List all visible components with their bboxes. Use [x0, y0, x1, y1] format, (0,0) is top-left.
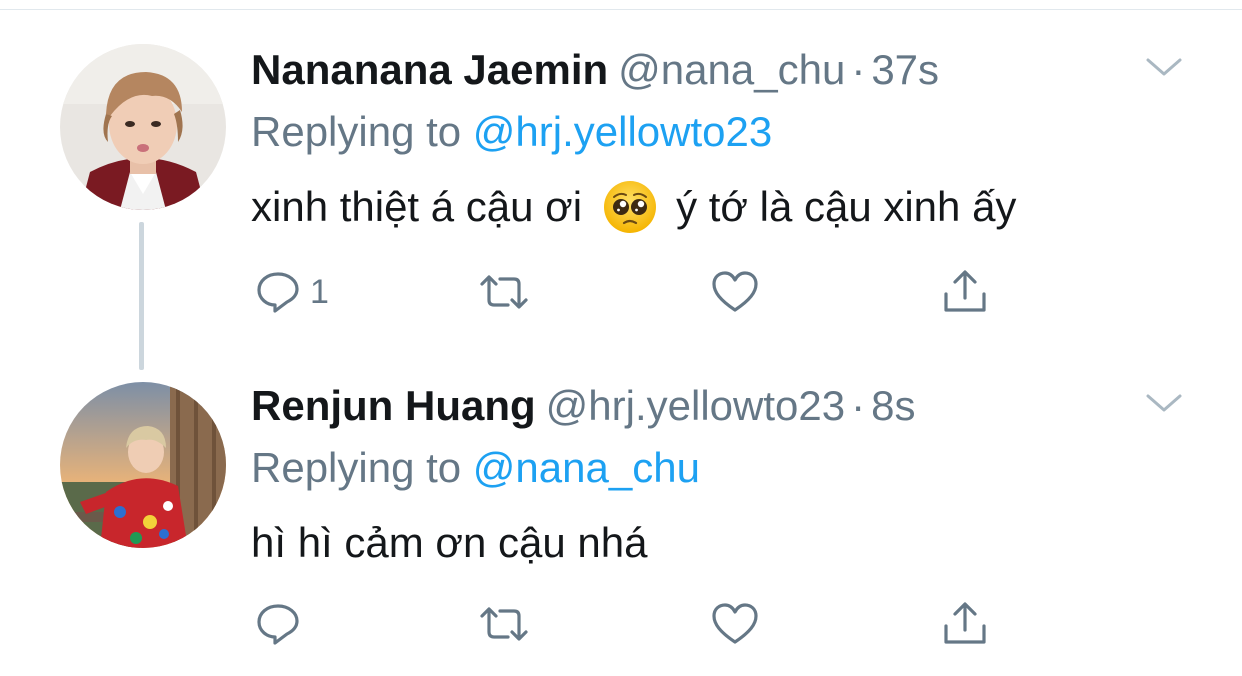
separator-dot: · — [851, 46, 866, 93]
tweet-text-part: ý tớ là cậu xinh ấy — [676, 183, 1017, 230]
tweet-header: Nananana Jaemin @nana_chu · 37s — [251, 42, 939, 98]
avatar[interactable] — [60, 382, 226, 548]
tweet-header: Renjun Huang @hrj.yellowto23 · 8s — [251, 378, 915, 434]
tweet-text: hì hì cảm ơn cậu nhá — [251, 514, 647, 572]
reply-button[interactable]: 1 — [254, 264, 329, 320]
tweet-card[interactable]: Nananana Jaemin @nana_chu · 37s Replying to… — [0, 0, 1242, 340]
like-button[interactable] — [710, 596, 760, 652]
reply-count: 1 — [310, 272, 329, 311]
user-handle[interactable]: @hrj.yellowto23 — [546, 382, 845, 429]
like-icon — [712, 271, 758, 312]
replying-to-line: Replying to @hrj.yellowto23 — [251, 104, 772, 160]
mention-link[interactable]: @hrj.yellowto23 — [473, 108, 772, 155]
user-handle[interactable]: @nana_chu — [618, 46, 845, 93]
tweet-text-part: hì hì cảm ơn cậu nhá — [251, 519, 648, 566]
retweet-button[interactable] — [476, 264, 532, 320]
display-name[interactable]: Renjun Huang — [251, 382, 536, 429]
share-icon — [944, 602, 986, 644]
separator-dot: · — [851, 382, 866, 429]
replying-to-label: Replying to — [251, 108, 462, 155]
reply-button[interactable] — [254, 596, 310, 652]
chevron-down-icon[interactable] — [1144, 52, 1184, 82]
share-icon — [944, 270, 986, 312]
retweet-icon — [480, 275, 528, 309]
replying-to-label: Replying to — [251, 444, 462, 491]
share-button[interactable] — [940, 264, 990, 320]
retweet-button[interactable] — [476, 596, 532, 652]
like-icon — [712, 603, 758, 644]
display-name[interactable]: Nananana Jaemin — [251, 46, 608, 93]
avatar-image — [60, 44, 226, 210]
replying-to-line: Replying to @nana_chu — [251, 440, 700, 496]
chevron-down-icon[interactable] — [1144, 388, 1184, 418]
reply-icon — [257, 604, 299, 645]
share-button[interactable] — [940, 596, 990, 652]
like-button[interactable] — [710, 264, 760, 320]
tweet-actions — [254, 596, 1014, 652]
retweet-icon — [480, 607, 528, 641]
pleading-face-icon — [604, 181, 657, 233]
tweet-text: xinh thiệt á cậu ơi ý tớ là cậu xinh ấy — [251, 178, 1016, 236]
timestamp[interactable]: 37s — [871, 46, 939, 93]
avatar-image — [60, 382, 226, 548]
mention-link[interactable]: @nana_chu — [473, 444, 700, 491]
reply-icon — [257, 272, 299, 313]
tweet-text-part: xinh thiệt á cậu ơi — [251, 183, 583, 230]
tweet-actions: 1 — [254, 264, 1014, 320]
timestamp[interactable]: 8s — [871, 382, 915, 429]
tweet-card[interactable]: Renjun Huang @hrj.yellowto23 · 8s Replying … — [0, 340, 1242, 676]
avatar[interactable] — [60, 44, 226, 210]
